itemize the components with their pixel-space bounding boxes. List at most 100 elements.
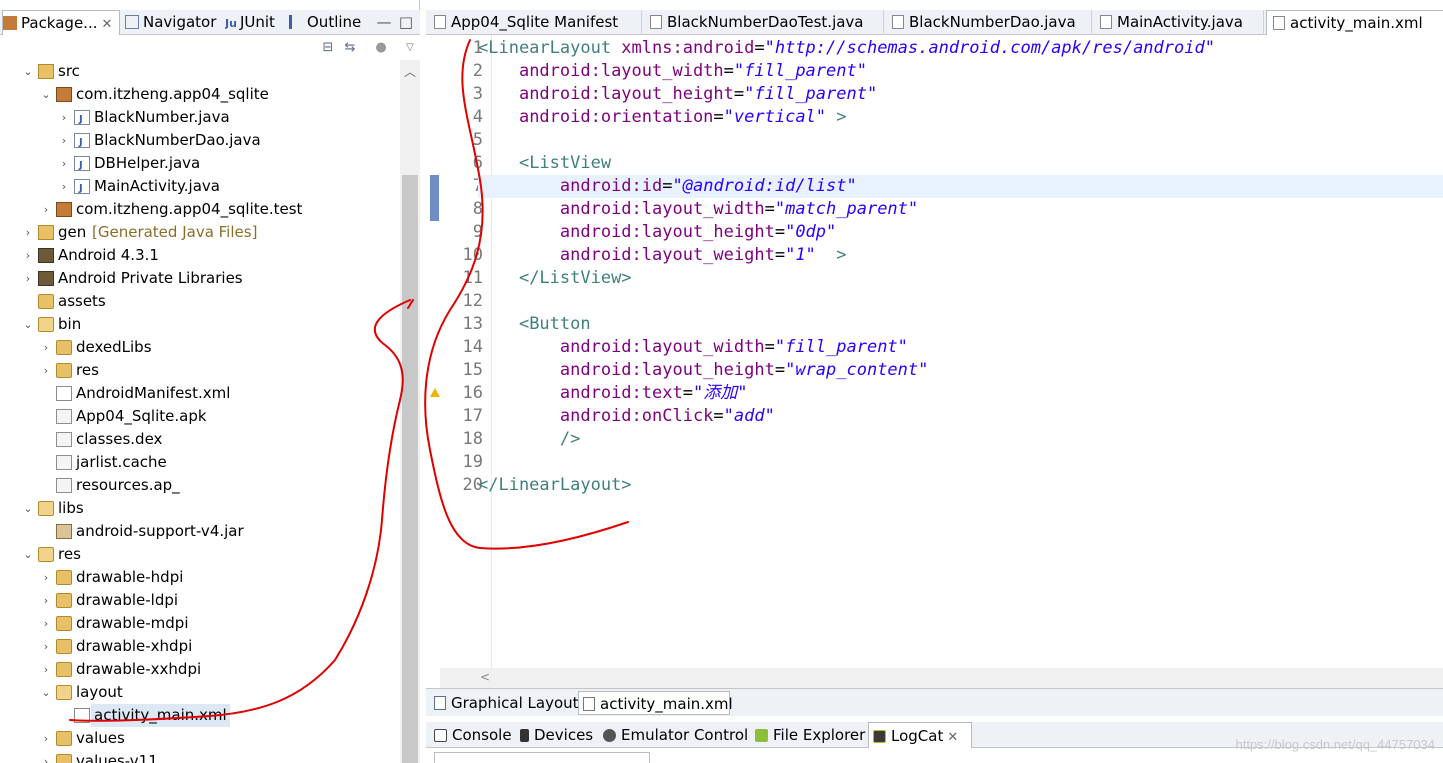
tree-item[interactable]: › drawable-xhdpi (0, 635, 400, 658)
tree-item[interactable]: App04_Sqlite.apk (0, 405, 400, 428)
tab-package-explorer[interactable]: Package... ✕ (2, 10, 120, 35)
chevron-right-icon[interactable]: › (40, 336, 52, 359)
chevron-right-icon[interactable]: › (58, 129, 70, 152)
tree-item[interactable]: › Android Private Libraries (0, 267, 400, 290)
warning-icon[interactable] (430, 388, 440, 397)
tree-item[interactable]: › DBHelper.java (0, 152, 400, 177)
tree-vertical-scrollbar[interactable]: ︿ (400, 60, 420, 763)
tree-item[interactable]: ⌄ libs (0, 497, 400, 520)
tree-item[interactable]: › values-v11 (0, 750, 400, 763)
tab-file-explorer[interactable]: File Explorer (751, 722, 867, 748)
link-with-editor-icon[interactable]: ⇆ (342, 40, 358, 56)
tree-item[interactable]: jarlist.cache (0, 451, 400, 474)
tab-navigator[interactable]: Navigator (125, 10, 221, 35)
chevron-down-icon[interactable]: ⌄ (22, 313, 34, 336)
maximize-icon[interactable]: □ (398, 10, 414, 35)
editor-tab[interactable]: App04_Sqlite Manifest (428, 10, 642, 35)
tree-item[interactable]: › com.itzheng.app04_sqlite.test (0, 198, 400, 221)
tree-item[interactable]: activity_main.xml (0, 704, 400, 727)
code-line[interactable]: android:text="添加" (478, 382, 748, 405)
tree-item[interactable]: AndroidManifest.xml (0, 382, 400, 405)
minimize-icon[interactable]: — (376, 10, 392, 35)
editor-tab[interactable]: activity_main.xml (1266, 10, 1443, 35)
tree-item[interactable]: › drawable-ldpi (0, 589, 400, 612)
chevron-down-icon[interactable]: ⌄ (40, 681, 52, 704)
focus-icon[interactable]: ● (373, 40, 389, 56)
logcat-body[interactable] (434, 752, 650, 763)
editor-tab[interactable]: BlackNumberDaoTest.java (644, 10, 884, 35)
tree-item[interactable]: › BlackNumberDao.java (0, 129, 400, 154)
scroll-left-icon[interactable]: < (480, 670, 490, 684)
tab-devices[interactable]: Devices (516, 722, 598, 748)
editor-tab[interactable]: MainActivity.java (1094, 10, 1264, 35)
chevron-down-icon[interactable]: ⌄ (40, 83, 52, 106)
tree-item[interactable]: › values (0, 727, 400, 750)
code-line[interactable]: android:layout_width="fill_parent" (478, 336, 908, 359)
tab-outline[interactable]: Outline (289, 10, 367, 35)
editor-tab[interactable]: BlackNumberDao.java (886, 10, 1092, 35)
tree-item[interactable]: › dexedLibs (0, 336, 400, 359)
tab-junit[interactable]: Ju JUnit (225, 10, 285, 35)
chevron-right-icon[interactable]: › (40, 658, 52, 681)
tree-item[interactable]: ⌄ res (0, 543, 400, 566)
code-line[interactable]: android:onClick="add" (478, 405, 775, 428)
chevron-right-icon[interactable]: › (40, 750, 52, 763)
chevron-right-icon[interactable]: › (40, 566, 52, 589)
tree-item[interactable]: resources.ap_ (0, 474, 400, 497)
chevron-right-icon[interactable]: › (22, 244, 34, 267)
chevron-right-icon[interactable]: › (40, 589, 52, 612)
tab-emulator-control[interactable]: Emulator Control (599, 722, 749, 748)
code-line[interactable]: </LinearLayout> (478, 474, 632, 497)
chevron-right-icon[interactable]: › (58, 152, 70, 175)
tree-item[interactable]: android-support-v4.jar (0, 520, 400, 543)
tree-item[interactable]: › BlackNumber.java (0, 106, 400, 131)
chevron-right-icon[interactable]: › (58, 106, 70, 129)
code-line[interactable]: <Button (478, 313, 591, 336)
tree-item[interactable]: › MainActivity.java (0, 175, 400, 200)
tree-item[interactable]: ⌄ com.itzheng.app04_sqlite (0, 83, 400, 106)
tree-item[interactable]: › res (0, 359, 400, 382)
tree-item[interactable]: › drawable-xxhdpi (0, 658, 400, 681)
chevron-right-icon[interactable]: › (22, 221, 34, 244)
tree-item[interactable]: ⌄ bin (0, 313, 400, 336)
tree-item[interactable]: classes.dex (0, 428, 400, 451)
chevron-right-icon[interactable]: › (40, 359, 52, 382)
code-line[interactable]: android:id="@android:id/list" (478, 175, 1443, 198)
chevron-right-icon[interactable]: › (40, 198, 52, 221)
tab-xml-source[interactable]: activity_main.xml (578, 691, 733, 715)
scroll-up-icon[interactable]: ︿ (404, 63, 416, 80)
code-area[interactable]: 1234567891011121314151617181920 <LinearL… (426, 35, 1443, 668)
code-text[interactable]: <LinearLayout xmlns:android="http://sche… (478, 35, 1443, 668)
close-icon[interactable]: ✕ (947, 730, 958, 745)
code-line[interactable]: android:layout_height="0dp" (478, 221, 836, 244)
chevron-right-icon[interactable]: › (58, 175, 70, 198)
tree-item[interactable]: › drawable-hdpi (0, 566, 400, 589)
code-line[interactable]: <ListView (478, 152, 611, 175)
code-line[interactable]: android:layout_height="fill_parent" (478, 83, 877, 106)
chevron-down-icon[interactable]: ⌄ (22, 60, 34, 83)
tab-console[interactable]: Console (430, 722, 514, 748)
code-line[interactable]: android:orientation="vertical" > (478, 106, 847, 129)
collapse-all-icon[interactable]: ⊟ (320, 40, 336, 56)
chevron-right-icon[interactable]: › (40, 612, 52, 635)
tree-item[interactable]: ⌄ layout (0, 681, 400, 704)
tree-item[interactable]: › Android 4.3.1 (0, 244, 400, 267)
chevron-right-icon[interactable]: › (40, 727, 52, 750)
chevron-down-icon[interactable]: ⌄ (22, 543, 34, 566)
code-line[interactable]: android:layout_height="wrap_content" (478, 359, 928, 382)
chevron-right-icon[interactable]: › (22, 267, 34, 290)
chevron-right-icon[interactable]: › (40, 635, 52, 658)
tree-item[interactable]: › gen [Generated Java Files] (0, 221, 400, 244)
code-line[interactable]: </ListView> (478, 267, 632, 290)
tree-item[interactable]: ⌄ src (0, 60, 400, 83)
tree-item[interactable]: assets (0, 290, 400, 313)
tab-graphical-layout[interactable]: Graphical Layout (430, 691, 579, 715)
chevron-down-icon[interactable]: ⌄ (22, 497, 34, 520)
editor-horizontal-scrollbar[interactable]: < (440, 668, 1443, 688)
code-line[interactable]: android:layout_weight="1" > (478, 244, 847, 267)
code-line[interactable]: /> (478, 428, 580, 451)
tree-item[interactable]: › drawable-mdpi (0, 612, 400, 635)
scrollbar-thumb[interactable] (402, 175, 418, 763)
code-line[interactable]: android:layout_width="fill_parent" (478, 60, 867, 83)
code-line[interactable]: android:layout_width="match_parent" (478, 198, 918, 221)
